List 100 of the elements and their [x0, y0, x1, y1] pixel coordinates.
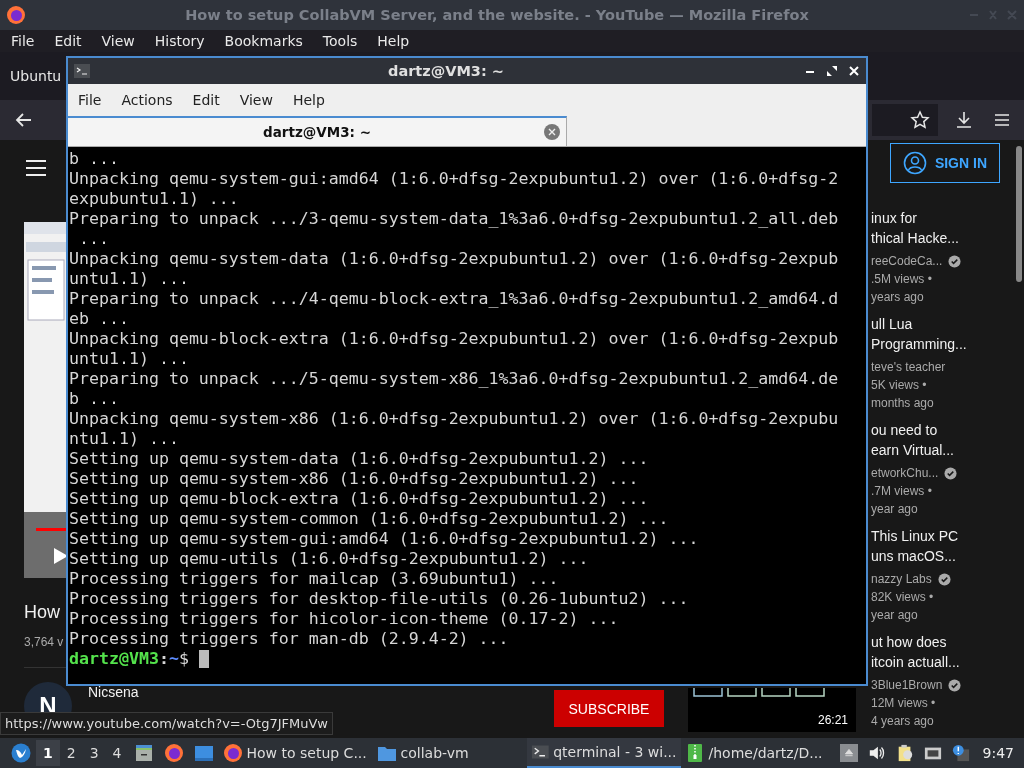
terminal-line: Unpacking qemu-system-x86 (1:6.0+dfsg-2expubuntu1.2) over (1:6.0+dfsg-2expubu — [69, 409, 840, 429]
sign-in-button[interactable]: SIGN IN — [889, 143, 1000, 183]
menu-item[interactable]: Edit — [192, 92, 220, 108]
view-count: 82K views • — [871, 589, 935, 606]
firefox-icon — [222, 743, 243, 763]
view-count: 3,764 v — [24, 635, 64, 649]
terminal-line: untu1.1) ... — [69, 269, 190, 289]
taskbar-button[interactable]: collab-vm — [372, 738, 527, 768]
view-count: 12M views • — [871, 695, 937, 712]
start-menu-icon[interactable] — [11, 743, 31, 763]
menu-item[interactable]: Help — [377, 33, 410, 49]
upload-age: year ago — [871, 607, 919, 624]
channel-name: teve's teacher — [871, 359, 946, 376]
terminal-line: ntu1.1) ... — [69, 429, 180, 449]
video-title: How — [24, 602, 60, 623]
link-tooltip: https://www.youtube.com/watch?v=-Otg7JFMuVw — [0, 712, 333, 735]
terminal-line: ... — [78, 229, 110, 249]
terminal-line: untu1.1) ... — [69, 349, 190, 369]
terminal-line: Processing triggers for desktop-file-utils (0.26-1ubuntu2) ... — [69, 589, 690, 609]
terminal-line: Unpacking qemu-system-gui:amd64 (1:6.0+dfsg-2expubuntu1.2) over (1:6.0+dfsg-2 — [69, 169, 840, 189]
prompt-separator: : — [158, 649, 169, 669]
view-count: .7M views • — [871, 483, 933, 500]
terminal-line: Preparing to unpack .../3-qemu-system-data_1%3a6.0+dfsg-2expubuntu1.2_all.deb — [69, 209, 840, 229]
menu-item[interactable]: View — [239, 92, 273, 108]
workspace-button[interactable]: 3 — [82, 740, 106, 766]
file-cabinet-icon[interactable] — [133, 743, 154, 763]
address-field[interactable] — [872, 104, 938, 136]
terminal-line: Processing triggers for man-db (2.9.4-2) ... — [69, 629, 510, 649]
workspace-button[interactable]: 1 — [36, 740, 60, 766]
video-title[interactable]: This Linux PC uns macOS... — [871, 526, 1014, 566]
terminal-line: Unpacking qemu-system-data (1:6.0+dfsg-2expubuntu1.2) over (1:6.0+dfsg-2expub — [69, 249, 840, 269]
terminal-line: Setting up qemu-system-data (1:6.0+dfsg-2expubuntu1.2) ... — [69, 449, 650, 469]
terminal-line: Setting up qemu-system-gui:amd64 (1:6.0+dfsg-2expubuntu1.2) ... — [69, 529, 700, 549]
terminal-line: expubuntu1.1) ... — [69, 189, 240, 209]
channel-name[interactable]: Nicsena — [88, 684, 139, 700]
video-title[interactable]: inux for thical Hacke... — [871, 208, 1014, 248]
taskbar-button[interactable]: /home/dartz/D... — [680, 738, 835, 768]
workspace-button[interactable]: 2 — [59, 740, 83, 766]
terminal-line: Processing triggers for mailcap (3.69ubuntu1) ... — [69, 569, 560, 589]
upload-age: 4 years ago — [871, 713, 935, 730]
firefox-icon[interactable] — [163, 743, 184, 763]
menu-item[interactable]: Bookmarks — [224, 33, 303, 49]
menu-item[interactable]: File — [78, 92, 102, 108]
video-title[interactable]: ut how does itcoin actuall... — [871, 632, 1014, 672]
terminal-line: Setting up qemu-system-x86 (1:6.0+dfsg-2expubuntu1.2) ... — [69, 469, 640, 489]
menu-item[interactable]: Tools — [322, 33, 358, 49]
menu-item[interactable]: Edit — [54, 33, 82, 49]
firefox-icon — [6, 5, 26, 25]
eject-icon[interactable] — [839, 744, 858, 762]
upload-age: year ago — [871, 501, 919, 518]
terminal-line: Setting up qemu-block-extra (1:6.0+dfsg-2expubuntu1.2) ... — [69, 489, 650, 509]
scrollbar-thumb[interactable] — [1016, 146, 1022, 282]
menu-item[interactable]: Help — [292, 92, 325, 108]
channel-name: 3Blue1Brown — [871, 677, 943, 694]
video-title[interactable]: ull Lua Programming... — [871, 314, 1014, 354]
prompt-path: ~ — [168, 649, 179, 669]
channel-name: reeCodeCa... — [871, 253, 943, 270]
prompt-symbol: $ — [178, 649, 189, 669]
terminal-line: Setting up qemu-utils (1:6.0+dfsg-2expubuntu1.2) ... — [69, 549, 590, 569]
taskbar-button[interactable]: How to setup C... — [218, 738, 373, 768]
taskbar-button[interactable]: qterminal - 3 wi... — [526, 738, 681, 768]
star-icon[interactable] — [910, 110, 930, 130]
terminal-icon — [74, 64, 90, 78]
terminal-tab[interactable]: dartz@VM3: ~ — [68, 116, 567, 146]
prompt-user: dartz@VM3 — [69, 649, 159, 669]
download-icon[interactable] — [954, 110, 974, 130]
menu-item[interactable]: Actions — [121, 92, 173, 108]
menu-item[interactable]: History — [154, 33, 205, 49]
window-controls-icon — [968, 9, 1018, 21]
terminal-line: b ... — [69, 149, 120, 169]
terminal-line: Preparing to unpack .../5-qemu-system-x86_1%3a6.0+dfsg-2expubuntu1.2_amd64.de — [69, 369, 840, 389]
close-icon[interactable] — [848, 65, 860, 77]
terminal-line: Unpacking qemu-block-extra (1:6.0+dfsg-2expubuntu1.2) over (1:6.0+dfsg-2expub — [69, 329, 840, 349]
upload-age: years ago — [871, 289, 925, 306]
volume-icon[interactable] — [867, 744, 886, 762]
channel-name: etworkChu... — [871, 465, 939, 482]
user-icon — [902, 151, 927, 175]
view-count: 5K views • — [871, 377, 928, 394]
notification-icon[interactable] — [951, 744, 970, 762]
terminal-line: eb ... — [69, 309, 130, 329]
menu-item[interactable]: File — [11, 33, 35, 49]
clock: 9:47 — [982, 745, 1014, 761]
menu-icon[interactable] — [24, 158, 48, 178]
browser-tab[interactable]: Ubuntu — [10, 68, 62, 84]
view-count: .5M views • — [871, 271, 933, 288]
terminal-icon — [530, 742, 550, 762]
channel-name: nazzy Labs — [871, 571, 932, 588]
subscribe-button[interactable]: SUBSCRIBE — [554, 690, 664, 727]
window-icon[interactable] — [193, 743, 214, 763]
window-title: dartz@VM3: ~ — [387, 63, 505, 79]
terminal-line: Preparing to unpack .../4-qemu-block-extra_1%3a6.0+dfsg-2expubuntu1.2_amd64.d — [69, 289, 840, 309]
upload-age: months ago — [871, 395, 935, 412]
workspace-button[interactable]: 4 — [105, 740, 129, 766]
terminal-line: b ... — [69, 389, 120, 409]
window-title: How to setup CollabVM Server, and the website. - YouTube — Mozilla Firefox — [184, 7, 810, 23]
maximize-icon[interactable] — [826, 65, 838, 77]
menu-item[interactable]: View — [101, 33, 135, 49]
terminal-line: Setting up qemu-system-common (1:6.0+dfsg-2expubuntu1.2) ... — [69, 509, 670, 529]
terminal-line: Processing triggers for hicolor-icon-theme (0.17-2) ... — [69, 609, 620, 629]
video-title[interactable]: ou need to earn Virtual... — [871, 420, 1014, 460]
